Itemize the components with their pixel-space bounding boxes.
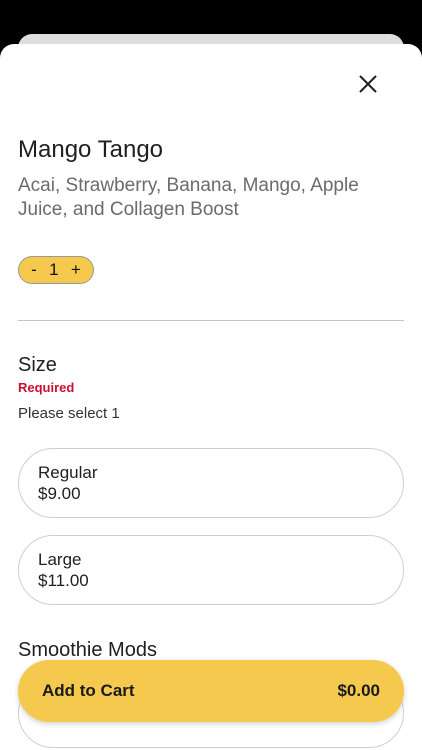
- item-description: Acai, Strawberry, Banana, Mango, Apple J…: [18, 175, 359, 220]
- item-title: Mango Tango: [18, 136, 164, 163]
- item-detail-sheet: Mango Tango Acai, Strawberry, Banana, Ma…: [0, 44, 422, 750]
- close-button[interactable]: [352, 68, 384, 100]
- size-helper-text: Please select 1: [18, 405, 120, 422]
- option-name: Regular: [38, 463, 98, 482]
- cart-total: $0.00: [337, 681, 380, 700]
- quantity-stepper: - 1 +: [18, 256, 94, 284]
- required-label: Required: [18, 380, 75, 395]
- option-name: Large: [38, 550, 82, 569]
- add-to-cart-button[interactable]: Add to Cart $0.00: [18, 660, 404, 722]
- close-icon: [359, 75, 377, 93]
- mods-section-title: Smoothie Mods: [18, 639, 157, 661]
- increase-quantity-button[interactable]: +: [71, 260, 81, 280]
- option-price: $11.00: [38, 571, 89, 590]
- size-section-title: Size: [18, 354, 57, 376]
- divider: [18, 320, 404, 321]
- size-option-regular[interactable]: Regular $9.00: [18, 448, 404, 518]
- quantity-value: 1: [49, 260, 59, 279]
- decrease-quantity-button[interactable]: -: [31, 260, 37, 280]
- add-to-cart-label: Add to Cart: [42, 681, 135, 700]
- size-option-large[interactable]: Large $11.00: [18, 535, 404, 605]
- option-price: $9.00: [38, 484, 81, 503]
